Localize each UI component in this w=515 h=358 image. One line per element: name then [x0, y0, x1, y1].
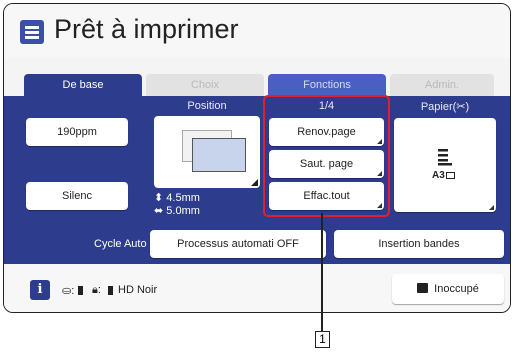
drum-icon: ⛀: — [62, 285, 75, 297]
horizontal-arrows-icon: ⬌ — [154, 205, 167, 217]
idle-button[interactable]: Inoccupé — [392, 274, 504, 304]
position-label: Position — [187, 100, 227, 112]
silent-button[interactable]: Silenc — [26, 182, 128, 210]
paper-size-label: A3 — [432, 170, 445, 181]
ink-icon: 🔒︎: — [92, 284, 101, 296]
stack-icon — [438, 149, 452, 166]
silent-label: Silenc — [62, 190, 92, 202]
horizontal-offset: ⬌ 5.0mm — [154, 204, 200, 217]
info-icon[interactable]: i — [30, 280, 50, 300]
title-bar: Prêt à imprimer — [4, 4, 510, 58]
drum-level — [78, 286, 83, 295]
page-title: Prêt à imprimer — [54, 14, 239, 44]
printer-panel: Prêt à imprimer De base Choix Fonctions … — [3, 3, 511, 313]
paper-button[interactable]: A3 — [394, 118, 496, 212]
horizontal-offset-value: 5.0mm — [166, 205, 200, 217]
auto-process-button[interactable]: Processus automati OFF — [150, 230, 326, 258]
ink-level — [108, 286, 113, 295]
callout-leader-line — [321, 213, 323, 332]
idle-label: Inoccupé — [434, 283, 479, 295]
paper-label: Papier(✂︎) — [420, 101, 470, 113]
callout-highlight — [263, 95, 390, 217]
print-mode: HD Noir — [118, 284, 158, 296]
insert-strips-label: Insertion bandes — [378, 238, 460, 250]
page-preview — [192, 138, 246, 172]
printer-icon — [417, 283, 429, 293]
callout-number: 1 — [315, 331, 330, 348]
corner-marker — [251, 179, 258, 186]
tab-functions[interactable]: Fonctions — [268, 74, 386, 96]
paper-size: A3 — [432, 170, 455, 181]
cycle-auto-label: Cycle Auto — [94, 238, 147, 250]
vertical-offset: ⬍ 4.5mm — [154, 191, 200, 204]
tab-admin[interactable]: Admin. — [390, 74, 494, 96]
paper-orientation-icon — [445, 172, 455, 179]
auto-process-label: Processus automati OFF — [177, 238, 299, 250]
tab-options[interactable]: Choix — [146, 74, 264, 96]
vertical-offset-value: 4.5mm — [166, 192, 200, 204]
document-icon — [20, 20, 44, 44]
position-button[interactable] — [154, 116, 260, 188]
tab-base[interactable]: De base — [24, 74, 142, 96]
tab-bar: De base Choix Fonctions Admin. — [4, 74, 510, 96]
speed-button[interactable]: 190ppm — [26, 118, 128, 146]
speed-label: 190ppm — [57, 126, 97, 138]
insert-strips-button[interactable]: Insertion bandes — [334, 230, 504, 258]
vertical-arrows-icon: ⬍ — [154, 192, 167, 204]
